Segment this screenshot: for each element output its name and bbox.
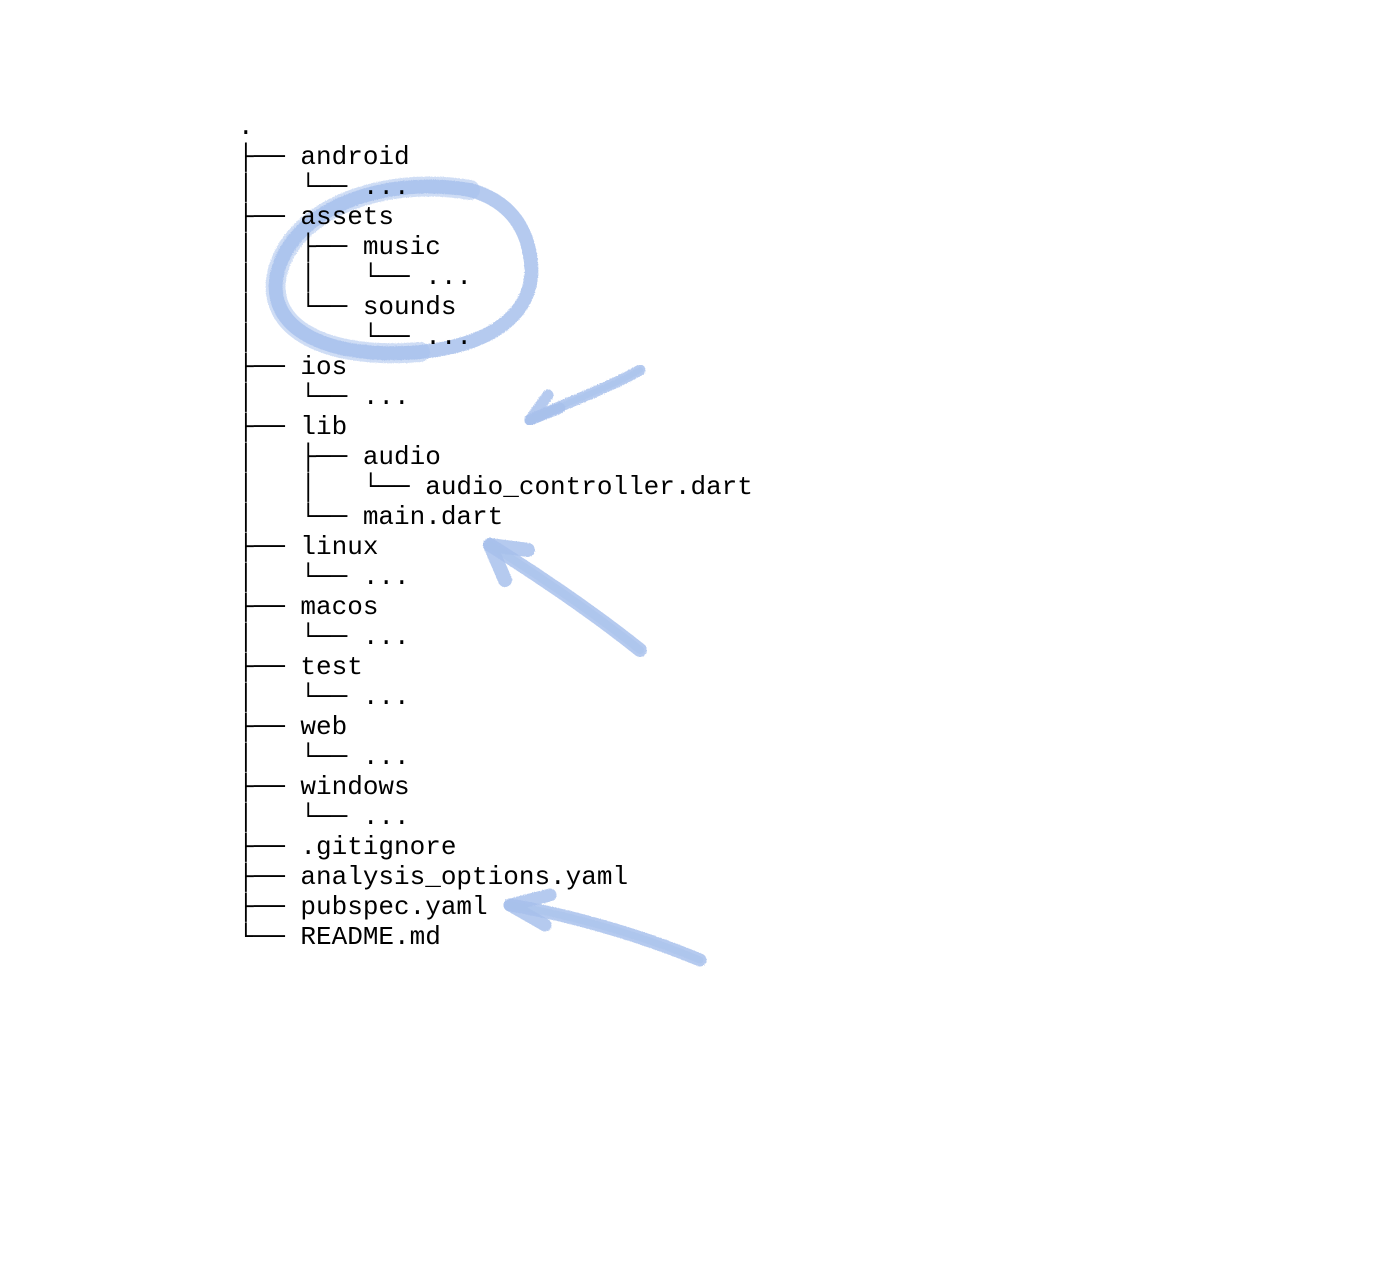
diagram-canvas: . ├── android │ └── ... ├── assets │ ├──…: [0, 0, 1380, 1265]
file-tree: . ├── android │ └── ... ├── assets │ ├──…: [238, 112, 753, 952]
